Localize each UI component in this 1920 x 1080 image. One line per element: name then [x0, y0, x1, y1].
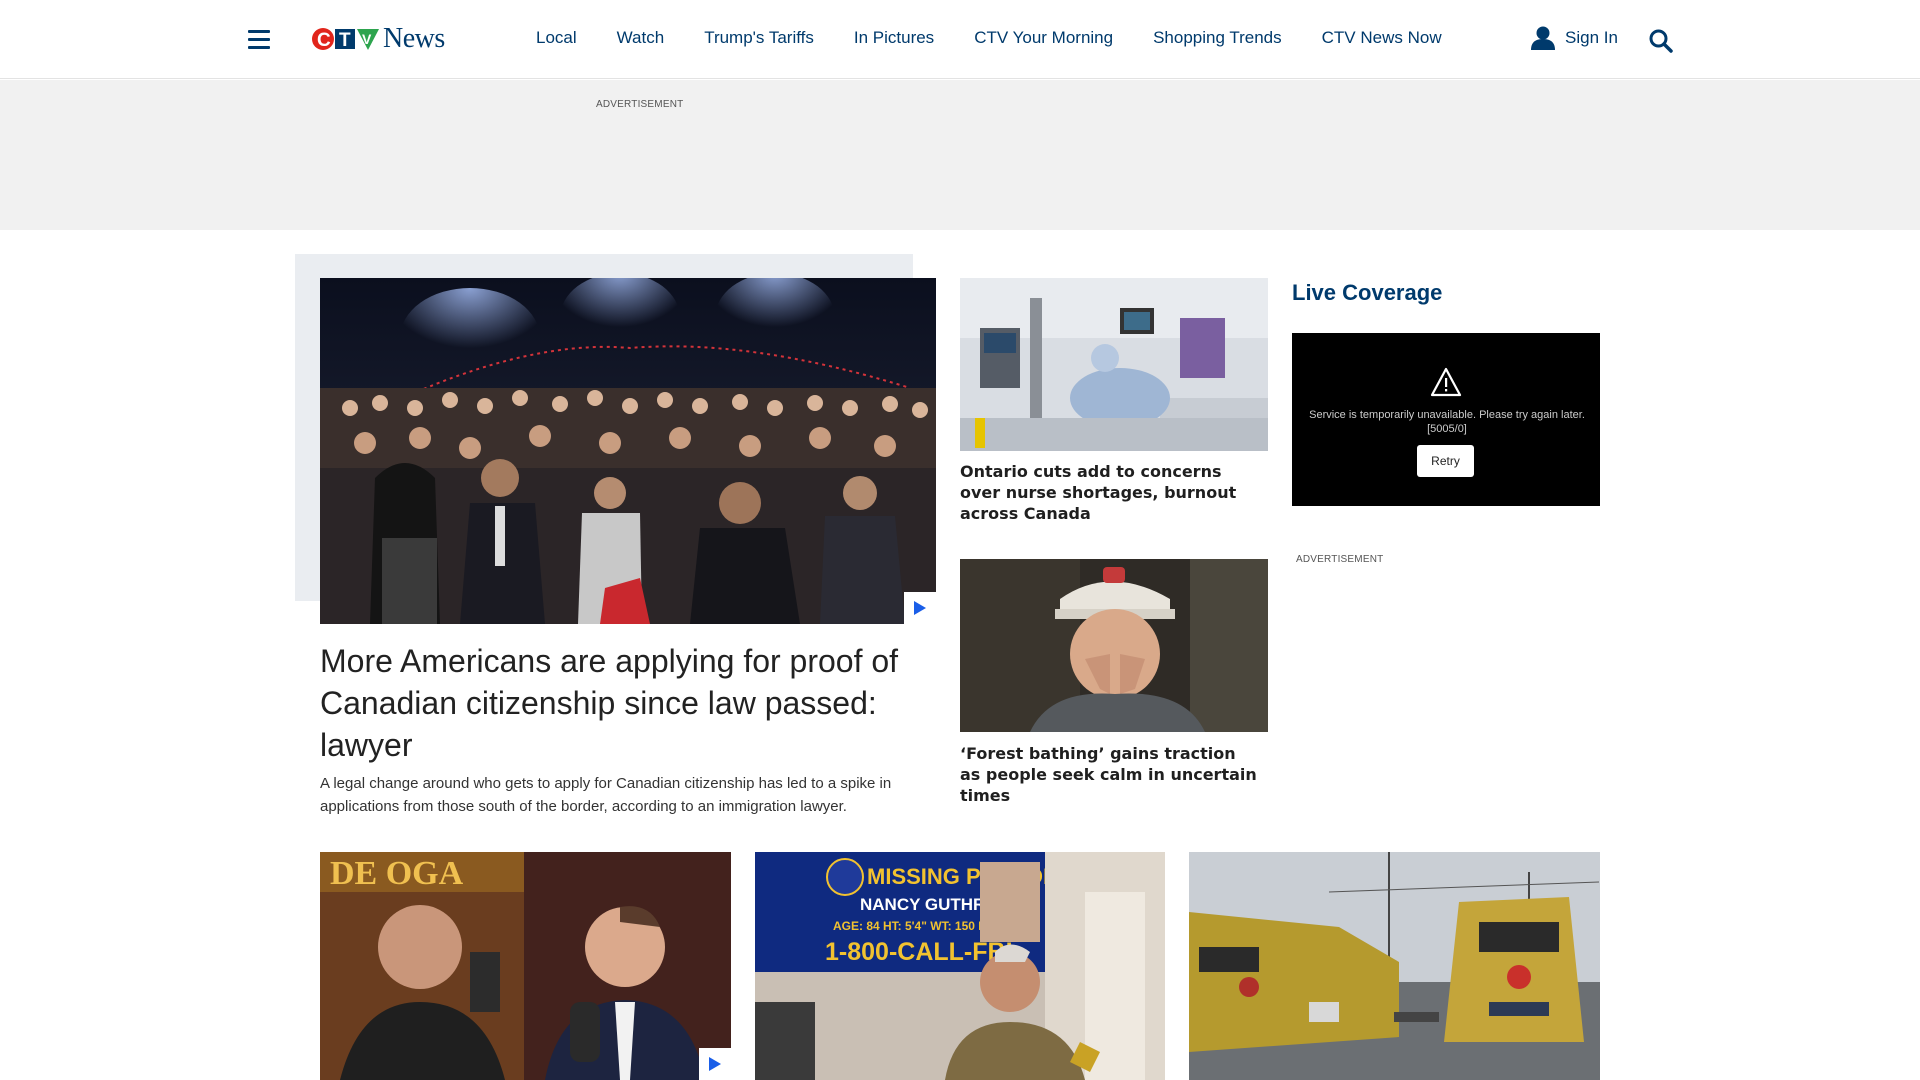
nav-watch[interactable]: Watch — [617, 28, 665, 48]
svg-text:DE OGA: DE OGA — [330, 855, 464, 892]
top-ad-slot: ADVERTISEMENT — [0, 80, 1920, 230]
lead-story-description: A legal change around who gets to apply … — [320, 775, 892, 815]
side-story-image-forest[interactable] — [960, 559, 1268, 732]
svg-text:C: C — [317, 30, 331, 51]
side-story-headline-forest[interactable]: ‘Forest bathing’ gains traction as peopl… — [960, 743, 1260, 806]
nav-trumps-tariffs[interactable]: Trump's Tariffs — [704, 28, 814, 48]
nav-shopping-trends[interactable]: Shopping Trends — [1153, 28, 1282, 48]
ctv-news-logo[interactable]: C T V News — [311, 23, 445, 54]
missing-person-hotline: 1-800-CALL-FBI — [825, 938, 1013, 966]
live-video-player[interactable]: Service is temporarily unavailable. Plea… — [1292, 333, 1600, 506]
bottom-story-image-podcast[interactable]: DE OGA — [320, 852, 731, 1080]
nav-ctv-your-morning[interactable]: CTV Your Morning — [974, 28, 1113, 48]
side-story-image-nurse[interactable] — [960, 278, 1268, 451]
lead-story-image[interactable] — [320, 278, 936, 624]
nav-in-pictures[interactable]: In Pictures — [854, 28, 934, 48]
user-icon — [1531, 26, 1555, 50]
ctv-logo-mark: C T V — [311, 25, 381, 53]
svg-text:T: T — [339, 30, 351, 51]
side-story-headline-nurse[interactable]: Ontario cuts add to concerns over nurse … — [960, 461, 1260, 524]
main-nav: Local Watch Trump's Tariffs In Pictures … — [536, 28, 1482, 48]
sign-in-button[interactable]: Sign In — [1530, 26, 1618, 50]
play-icon[interactable] — [904, 592, 936, 624]
menu-icon[interactable] — [248, 30, 270, 49]
search-icon[interactable] — [1648, 28, 1674, 54]
warning-icon — [1430, 367, 1462, 397]
site-header: C T V News Local Watch Trump's Tariffs I… — [0, 0, 1920, 79]
bottom-story-image-trains[interactable] — [1189, 852, 1600, 1080]
side-ad-label: ADVERTISEMENT — [1296, 554, 1384, 565]
lead-story-headline[interactable]: More Americans are applying for proof of… — [320, 640, 920, 766]
missing-person-details: AGE: 84 HT: 5'4" WT: 150 LBS — [833, 919, 1002, 933]
nav-local[interactable]: Local — [536, 28, 577, 48]
sign-in-label: Sign In — [1565, 28, 1618, 47]
play-icon[interactable] — [699, 1048, 731, 1080]
nav-ctv-news-now[interactable]: CTV News Now — [1322, 28, 1442, 48]
player-error-message: Service is temporarily unavailable. Plea… — [1309, 409, 1585, 435]
ctv-logo-icon: C T V — [312, 28, 379, 51]
ad-label: ADVERTISEMENT — [596, 99, 684, 110]
news-wordmark: News — [383, 23, 445, 54]
live-coverage-heading: Live Coverage — [1292, 280, 1443, 305]
bottom-story-image-missing-person[interactable]: MISSING PERSON NANCY GUTHRIE AGE: 84 HT:… — [755, 852, 1165, 1080]
retry-button[interactable]: Retry — [1417, 445, 1474, 477]
